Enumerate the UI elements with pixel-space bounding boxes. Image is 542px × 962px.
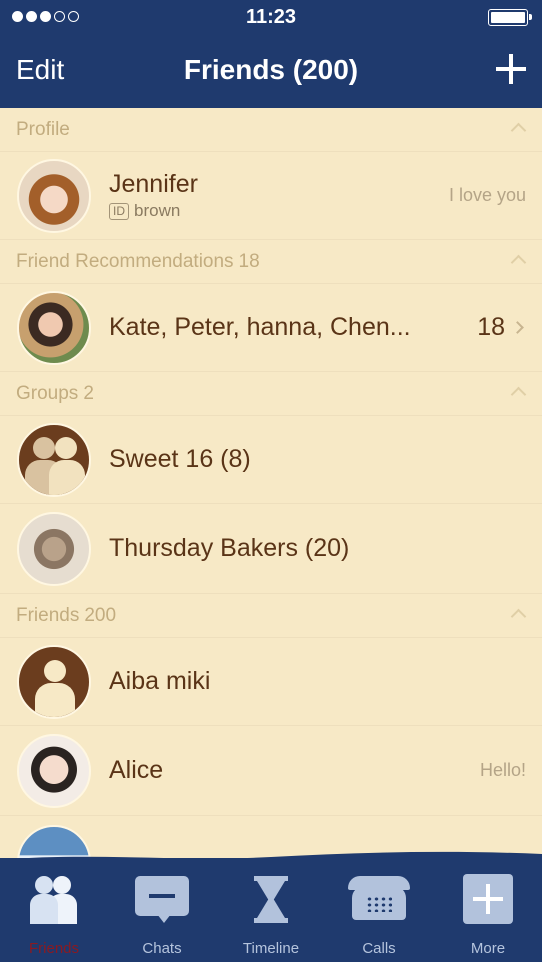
- chevron-up-icon[interactable]: [510, 122, 527, 139]
- recommendation-names: Kate, Peter, hanna, Chen...: [109, 313, 411, 341]
- section-title: Friends: [16, 604, 80, 626]
- group-name: Thursday Bakers (20): [109, 534, 350, 562]
- tab-label: More: [470, 940, 506, 957]
- section-count: 2: [83, 382, 94, 404]
- chevron-up-icon[interactable]: [510, 254, 527, 271]
- avatar: [17, 733, 91, 808]
- status-message: Hello!: [479, 760, 526, 780]
- chevron-up-icon[interactable]: [510, 386, 527, 403]
- group-name: Sweet 16 (8): [109, 445, 251, 473]
- avatar: [17, 290, 91, 365]
- section-count: 18: [238, 250, 260, 272]
- friend-name: Alice: [109, 756, 164, 784]
- id-badge: ID: [109, 202, 129, 220]
- section-header-recommendations[interactable]: Friend Recommendations 18: [0, 240, 542, 284]
- tab-more[interactable]: More: [434, 858, 542, 962]
- group-avatar: [17, 422, 91, 497]
- recommendation-count: 18: [477, 313, 505, 341]
- profile-id: brown: [134, 201, 181, 220]
- add-friend-button[interactable]: [496, 54, 526, 84]
- status-time: 11:23: [245, 6, 297, 28]
- tab-label: Timeline: [242, 940, 300, 957]
- section-title: Profile: [16, 118, 70, 140]
- page-title: Friends (200): [183, 54, 359, 85]
- edit-button[interactable]: Edit: [16, 54, 64, 86]
- chevron-right-icon: [511, 321, 524, 334]
- tab-timeline[interactable]: Timeline: [217, 858, 325, 962]
- chevron-up-icon[interactable]: [510, 608, 527, 625]
- group-row[interactable]: Sweet 16 (8): [0, 416, 542, 504]
- tab-label: Calls: [362, 940, 396, 957]
- tab-label: Chats: [142, 940, 182, 957]
- navigation-bar: Edit Friends (200): [0, 34, 542, 108]
- section-header-groups[interactable]: Groups 2: [0, 372, 542, 416]
- friends-list[interactable]: Profile Jennifer ID brown I love you Fri…: [0, 108, 542, 860]
- avatar: [17, 511, 91, 586]
- group-row[interactable]: Thursday Bakers (20): [0, 504, 542, 594]
- tab-label: Friends: [28, 940, 80, 957]
- section-header-friends[interactable]: Friends 200: [0, 594, 542, 638]
- chat-bubble-icon: [135, 872, 189, 926]
- avatar: [17, 644, 91, 719]
- friend-row[interactable]: Aiba miki: [0, 638, 542, 726]
- section-title: Friend Recommendations: [16, 250, 234, 272]
- hourglass-icon: [244, 872, 298, 926]
- plus-box-icon: [461, 872, 515, 926]
- tab-bar: Friends Chats Timeline Calls More: [0, 858, 542, 962]
- status-message: I love you: [448, 185, 526, 205]
- recommendations-row[interactable]: Kate, Peter, hanna, Chen... 18: [0, 284, 542, 372]
- tab-calls[interactable]: Calls: [325, 858, 433, 962]
- friends-icon: [27, 872, 81, 926]
- avatar: [17, 158, 91, 233]
- friend-row[interactable]: Alice Hello!: [0, 726, 542, 816]
- section-header-profile[interactable]: Profile: [0, 108, 542, 152]
- profile-row[interactable]: Jennifer ID brown I love you: [0, 152, 542, 240]
- tab-friends[interactable]: Friends: [0, 858, 108, 962]
- battery-icon: [488, 9, 532, 26]
- status-bar: 11:23: [0, 0, 542, 34]
- tab-chats[interactable]: Chats: [108, 858, 216, 962]
- section-count: 200: [84, 604, 117, 626]
- friend-name: Aiba miki: [109, 667, 211, 695]
- section-title: Groups: [16, 382, 79, 404]
- telephone-icon: [348, 872, 410, 926]
